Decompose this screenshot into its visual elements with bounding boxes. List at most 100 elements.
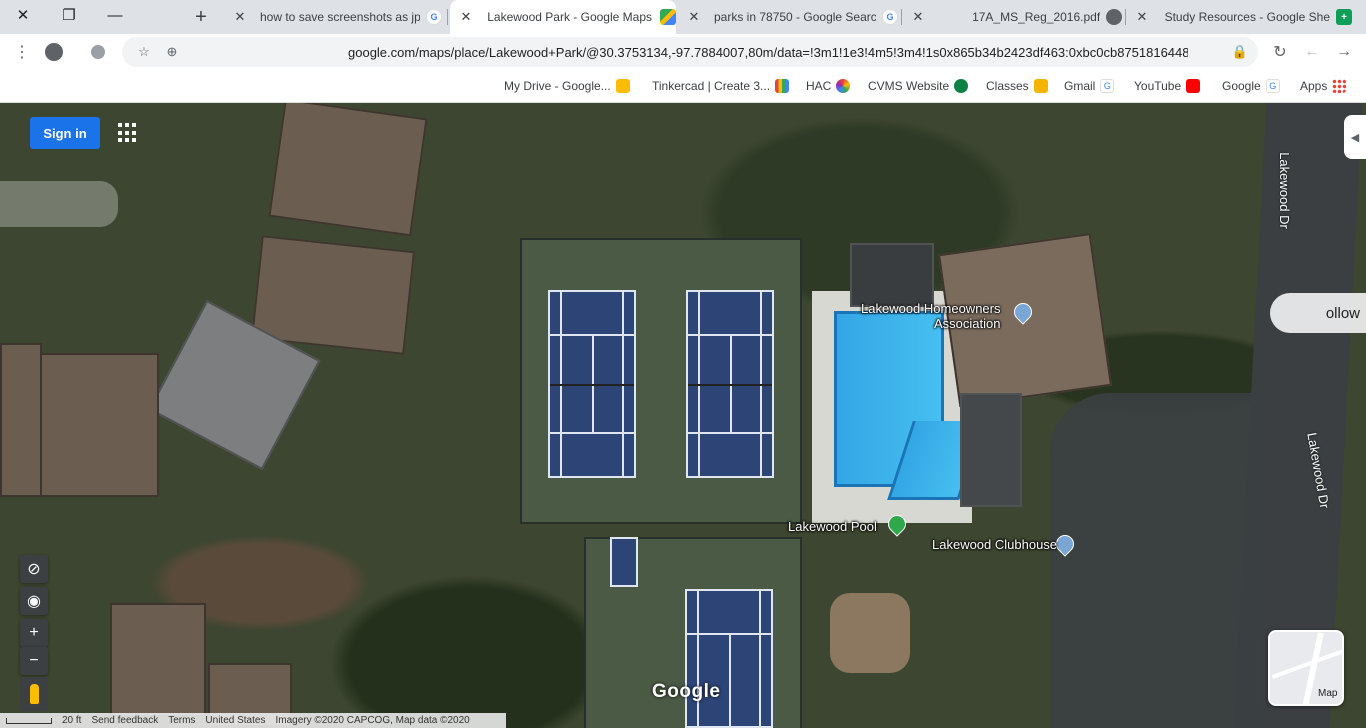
tab-study-resources[interactable]: ✕ Study Resources - Google She + bbox=[1128, 0, 1354, 34]
sign-in-button[interactable]: Sign in bbox=[30, 117, 100, 149]
bookmark-label: Apps bbox=[1300, 79, 1328, 93]
clubhouse-roof bbox=[960, 393, 1022, 507]
add-icon[interactable]: ⊕ bbox=[162, 42, 182, 62]
satellite-map[interactable]: Lakewood Homeowners Association Lakewood … bbox=[0, 103, 1366, 728]
new-tab-button[interactable]: + bbox=[188, 4, 214, 30]
map-type-toggle[interactable]: Map bbox=[1268, 630, 1344, 706]
apps-grid-icon bbox=[1332, 79, 1347, 93]
lock-icon[interactable]: 🔒 bbox=[1230, 42, 1250, 62]
bookmark-google[interactable]: Google G bbox=[1222, 77, 1280, 95]
tab-how-to-save-screenshots[interactable]: ✕ how to save screenshots as jp G bbox=[226, 0, 444, 34]
url-text[interactable]: google.com/maps/place/Lakewood+Park/@30.… bbox=[348, 45, 1188, 60]
tennis-court bbox=[686, 290, 774, 478]
back-button[interactable]: → bbox=[1330, 38, 1358, 66]
kebab-menu-icon: ⋮ bbox=[14, 44, 30, 61]
plus-icon: + bbox=[195, 5, 207, 28]
tab-lakewood-park[interactable]: ✕ Lakewood Park - Google Maps bbox=[450, 0, 676, 34]
tab-strip: ✕ ❐ — + ✕ how to save screenshots as jp … bbox=[0, 0, 1366, 34]
tab-close-icon[interactable]: ✕ bbox=[232, 9, 248, 25]
bookmark-label: My Drive - Google... bbox=[504, 79, 611, 93]
youtube-icon bbox=[1186, 79, 1201, 93]
profile-button[interactable] bbox=[40, 38, 68, 66]
zoom-out-button[interactable]: − bbox=[20, 647, 48, 675]
my-location-button[interactable]: ◉ bbox=[20, 587, 48, 615]
bookmark-tinkercad[interactable]: Tinkercad | Create 3... bbox=[652, 77, 790, 95]
place-label-pool[interactable]: Lakewood Pool bbox=[788, 519, 877, 534]
tinkercad-icon bbox=[775, 79, 790, 93]
pool-building-roof bbox=[850, 243, 934, 307]
minimize-window-button[interactable]: — bbox=[92, 0, 138, 30]
reload-button[interactable]: ↻ bbox=[1266, 38, 1294, 66]
tab-divider bbox=[447, 9, 448, 25]
bookmark-gmail[interactable]: Gmail G bbox=[1064, 77, 1115, 95]
bookmark-classes[interactable]: Classes bbox=[986, 77, 1048, 95]
reload-icon: ↻ bbox=[1273, 44, 1287, 61]
imagery-attribution: Imagery ©2020 CAPCOG, Map data ©2020 bbox=[275, 715, 470, 726]
basketball-key bbox=[610, 537, 638, 587]
compass-icon: ⊘ bbox=[27, 561, 41, 578]
tab-divider bbox=[901, 9, 902, 25]
cvms-icon bbox=[954, 79, 969, 93]
google-logo: Google bbox=[652, 681, 721, 702]
bookmark-label: HAC bbox=[806, 79, 832, 93]
restore-window-button[interactable]: ❐ bbox=[46, 0, 92, 30]
place-label-clubhouse[interactable]: Lakewood Clubhouse bbox=[932, 537, 1057, 552]
avatar-icon bbox=[45, 43, 63, 61]
country-link[interactable]: United States bbox=[205, 715, 265, 726]
bookmark-star-icon[interactable]: ☆ bbox=[134, 42, 154, 62]
street-view-pegman[interactable] bbox=[20, 677, 48, 711]
google-icon: G bbox=[1265, 79, 1280, 93]
compass-button[interactable]: ⊘ bbox=[20, 555, 48, 583]
tennis-court bbox=[548, 290, 636, 478]
maps-icon bbox=[660, 9, 676, 25]
zoom-in-button[interactable]: + bbox=[20, 619, 48, 647]
terms-link[interactable]: Terms bbox=[168, 715, 195, 726]
bookmark-label: Tinkercad | Create 3... bbox=[652, 79, 771, 93]
pegman-icon bbox=[29, 684, 39, 704]
tab-divider bbox=[1125, 9, 1126, 25]
map-footer: Imagery ©2020 CAPCOG, Map data ©2020 Uni… bbox=[0, 713, 506, 728]
tab-parks-search[interactable]: ✕ parks in 78750 - Google Searc G bbox=[680, 0, 898, 34]
menu-button[interactable]: ⋮ bbox=[8, 38, 36, 66]
bookmark-label: CVMS Website bbox=[868, 79, 950, 93]
bookmark-label: Classes bbox=[986, 79, 1029, 93]
address-bar[interactable]: ☆ ⊕ google.com/maps/place/Lakewood+Park/… bbox=[122, 37, 1258, 67]
bookmark-hac[interactable]: HAC bbox=[806, 77, 851, 95]
scale-label[interactable]: 20 ft bbox=[62, 715, 81, 726]
parking-lot bbox=[1050, 393, 1260, 728]
forward-button[interactable]: ← bbox=[1298, 38, 1326, 66]
bookmark-cvms[interactable]: CVMS Website bbox=[868, 77, 969, 95]
close-window-button[interactable]: ✕ bbox=[0, 0, 46, 30]
tab-close-icon[interactable]: ✕ bbox=[686, 9, 702, 25]
tennis-court bbox=[685, 589, 773, 728]
google-icon: G bbox=[882, 9, 898, 25]
extension-button[interactable] bbox=[84, 38, 112, 66]
map-label-chip[interactable]: ollow bbox=[1270, 293, 1366, 333]
collapse-panel-button[interactable]: ◀ bbox=[1344, 115, 1366, 159]
playground bbox=[830, 593, 910, 673]
bookmark-label: Google bbox=[1222, 79, 1261, 93]
house-roof bbox=[268, 103, 428, 237]
google-icon: G bbox=[426, 9, 442, 25]
tab-close-icon[interactable]: ✕ bbox=[1134, 9, 1150, 25]
tab-pdf[interactable]: ✕ 17A_MS_Reg_2016.pdf bbox=[904, 0, 1123, 34]
bookmark-youtube[interactable]: YouTube bbox=[1134, 77, 1201, 95]
forward-arrow-icon: ← bbox=[1304, 43, 1320, 60]
send-feedback-link[interactable]: Send feedback bbox=[91, 715, 158, 726]
browser-toolbar: ⋮ ☆ ⊕ google.com/maps/place/Lakewood+Par… bbox=[0, 34, 1366, 70]
drive-icon bbox=[615, 79, 630, 93]
bookmark-apps[interactable]: Apps bbox=[1300, 77, 1347, 95]
tab-title: how to save screenshots as jp bbox=[260, 10, 420, 24]
place-label-homeowners[interactable]: Lakewood Homeowners Association bbox=[858, 301, 1000, 331]
tab-close-icon[interactable]: ✕ bbox=[458, 9, 474, 25]
google-apps-icon[interactable] bbox=[118, 123, 138, 143]
scale-bar bbox=[6, 717, 52, 724]
tab-close-icon[interactable]: ✕ bbox=[910, 9, 926, 25]
house-roof bbox=[0, 343, 42, 497]
tab-title: Lakewood Park - Google Maps bbox=[487, 10, 652, 24]
close-icon: ✕ bbox=[16, 7, 30, 24]
bookmark-label: Gmail bbox=[1064, 79, 1096, 93]
bookmark-my-drive[interactable]: My Drive - Google... bbox=[504, 77, 630, 95]
hac-icon bbox=[836, 79, 851, 93]
drive-icon bbox=[1106, 9, 1123, 25]
